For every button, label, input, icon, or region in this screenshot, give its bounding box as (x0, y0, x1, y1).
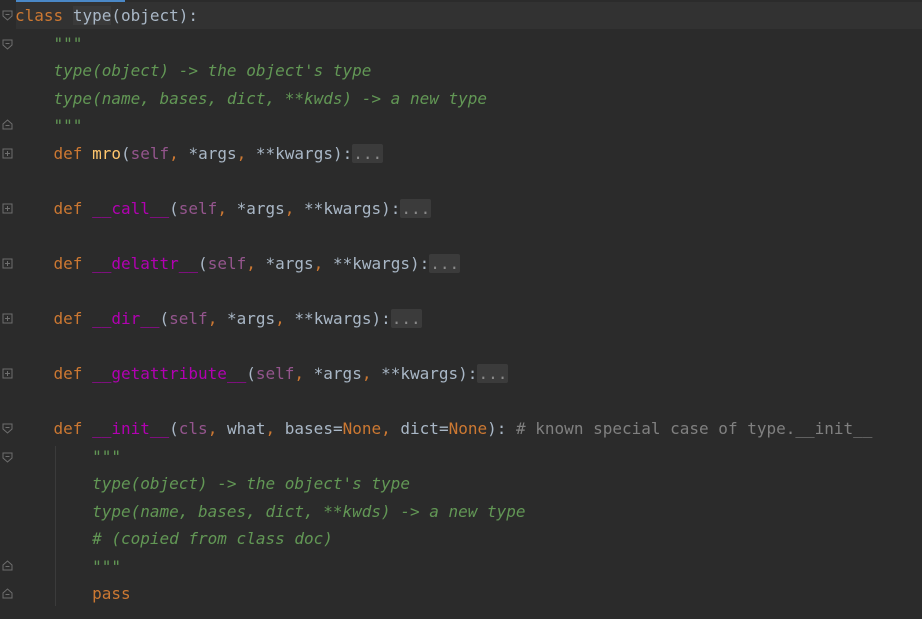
fold-close-icon[interactable] (2, 588, 13, 599)
code-line-17[interactable]: pass (15, 580, 131, 607)
docstring-open: """ (92, 447, 121, 466)
keyword-def: def (53, 254, 83, 273)
keyword-def: def (53, 419, 83, 438)
docstring-text: # (copied from class doc) (92, 529, 333, 548)
param-args: *args (313, 364, 362, 383)
code-line-8[interactable]: def __delattr__(self, *args, **kwargs):.… (15, 250, 461, 277)
signature-close: ): (381, 199, 401, 218)
method-name: mro (92, 144, 121, 163)
param-kwargs: **kwargs (332, 254, 411, 273)
default-none: None (448, 419, 488, 438)
code-line-11[interactable]: def __init__(cls, what, bases=None, dict… (15, 415, 873, 442)
keyword-def: def (53, 144, 83, 163)
docstring-text: type(object) -> the object's type (92, 474, 410, 493)
folded-body[interactable]: ... (352, 144, 384, 163)
method-name: __init__ (92, 419, 170, 438)
param-bases: bases (284, 419, 333, 438)
docstring-open: """ (53, 34, 83, 53)
fold-open-icon[interactable] (2, 10, 13, 21)
inline-comment: # known special case of type.__init__ (516, 419, 873, 438)
param-dict: dict (400, 419, 439, 438)
signature-close: ): (332, 144, 353, 163)
param-args: *args (188, 144, 237, 163)
keyword-pass: pass (92, 584, 131, 603)
param-kwargs: **kwargs (381, 364, 459, 383)
signature-close: ): (371, 309, 391, 328)
param-args: *args (265, 254, 314, 273)
code-line-1[interactable]: class type(object): (15, 2, 198, 29)
class-bases: (object): (111, 6, 199, 25)
docstring-close: """ (53, 116, 83, 135)
code-line-4[interactable]: type(name, bases, dict, **kwds) -> a new… (15, 85, 487, 112)
fold-expand-icon[interactable] (2, 368, 13, 379)
keyword-def: def (53, 364, 83, 383)
param-kwargs: **kwargs (255, 144, 333, 163)
fold-expand-icon[interactable] (2, 148, 13, 159)
method-name: __dir__ (92, 309, 160, 328)
folded-body[interactable]: ... (400, 199, 432, 218)
param-self: self (178, 199, 218, 218)
code-line-13[interactable]: type(object) -> the object's type (15, 470, 410, 497)
folded-body[interactable]: ... (390, 309, 422, 328)
docstring-text: type(object) -> the object's type (53, 61, 372, 80)
code-editor[interactable]: class type(object): """ type(object) -> … (0, 0, 922, 619)
fold-expand-icon[interactable] (2, 313, 13, 324)
method-name: __delattr__ (92, 254, 199, 273)
param-cls: cls (178, 419, 208, 438)
fold-expand-icon[interactable] (2, 203, 13, 214)
code-line-12[interactable]: """ (15, 443, 121, 470)
param-self: self (169, 309, 208, 328)
fold-open-icon[interactable] (2, 452, 13, 463)
fold-expand-icon[interactable] (2, 258, 13, 269)
default-none: None (342, 419, 382, 438)
code-line-14[interactable]: type(name, bases, dict, **kwds) -> a new… (15, 498, 526, 525)
method-name: __getattribute__ (92, 364, 247, 383)
code-line-10[interactable]: def __getattribute__(self, *args, **kwar… (15, 360, 509, 387)
code-line-5[interactable]: """ (15, 112, 83, 139)
fold-close-icon[interactable] (2, 119, 13, 130)
keyword-class: class (15, 6, 64, 25)
fold-open-icon[interactable] (2, 39, 13, 50)
param-kwargs: **kwargs (304, 199, 382, 218)
param-self: self (207, 254, 247, 273)
folded-body[interactable]: ... (477, 364, 509, 383)
keyword-def: def (53, 309, 83, 328)
signature-close: ): (410, 254, 430, 273)
keyword-def: def (53, 199, 83, 218)
param-args: *args (226, 309, 276, 328)
code-line-16[interactable]: """ (15, 553, 121, 580)
gutter (0, 0, 16, 619)
docstring-text: type(name, bases, dict, **kwds) -> a new… (53, 89, 488, 108)
signature-close: ): (487, 419, 507, 438)
param-self: self (130, 144, 170, 163)
class-name: type (72, 6, 112, 25)
code-line-2[interactable]: """ (15, 30, 83, 57)
code-line-15[interactable]: # (copied from class doc) (15, 525, 333, 552)
code-line-7[interactable]: def __call__(self, *args, **kwargs):... (15, 195, 432, 222)
code-line-9[interactable]: def __dir__(self, *args, **kwargs):... (15, 305, 422, 332)
docstring-close: """ (92, 557, 121, 576)
code-line-3[interactable]: type(object) -> the object's type (15, 57, 372, 84)
signature-close: ): (458, 364, 478, 383)
param-self: self (255, 364, 295, 383)
docstring-text: type(name, bases, dict, **kwds) -> a new… (92, 502, 526, 521)
param-kwargs: **kwargs (294, 309, 372, 328)
code-line-6[interactable]: def mro(self, *args, **kwargs):... (15, 140, 384, 167)
fold-open-icon[interactable] (2, 423, 13, 434)
param-what: what (226, 419, 266, 438)
folded-body[interactable]: ... (429, 254, 461, 273)
fold-close-icon[interactable] (2, 560, 13, 571)
param-args: *args (236, 199, 285, 218)
method-name: __call__ (92, 199, 170, 218)
